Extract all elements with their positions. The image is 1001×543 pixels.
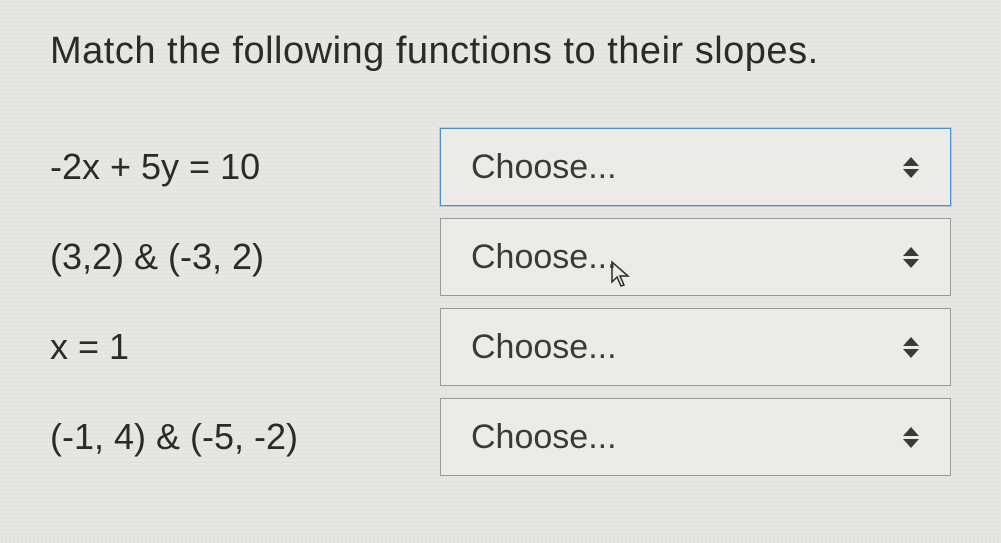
updown-icon xyxy=(902,155,920,179)
question-prompt: Match the following functions to their s… xyxy=(50,30,951,73)
function-label: x = 1 xyxy=(50,326,410,368)
select-placeholder: Choose... xyxy=(471,418,617,457)
matching-rows: -2x + 5y = 10 Choose... (3,2) & (-3, 2) … xyxy=(50,128,951,476)
function-label: (3,2) & (-3, 2) xyxy=(50,236,410,278)
select-placeholder: Choose... xyxy=(471,328,617,367)
slope-select[interactable]: Choose... xyxy=(440,128,951,206)
match-row: (-1, 4) & (-5, -2) Choose... xyxy=(50,398,951,476)
match-row: -2x + 5y = 10 Choose... xyxy=(50,128,951,206)
updown-icon xyxy=(902,335,920,359)
slope-select[interactable]: Choose... xyxy=(440,398,951,476)
slope-select[interactable]: Choose... xyxy=(440,308,951,386)
match-row: x = 1 Choose... xyxy=(50,308,951,386)
select-placeholder: Choose... xyxy=(471,238,617,277)
updown-icon xyxy=(902,425,920,449)
match-row: (3,2) & (-3, 2) Choose... xyxy=(50,218,951,296)
updown-icon xyxy=(902,245,920,269)
slope-select[interactable]: Choose... xyxy=(440,218,951,296)
function-label: -2x + 5y = 10 xyxy=(50,146,410,188)
select-placeholder: Choose... xyxy=(471,148,617,187)
function-label: (-1, 4) & (-5, -2) xyxy=(50,416,410,458)
